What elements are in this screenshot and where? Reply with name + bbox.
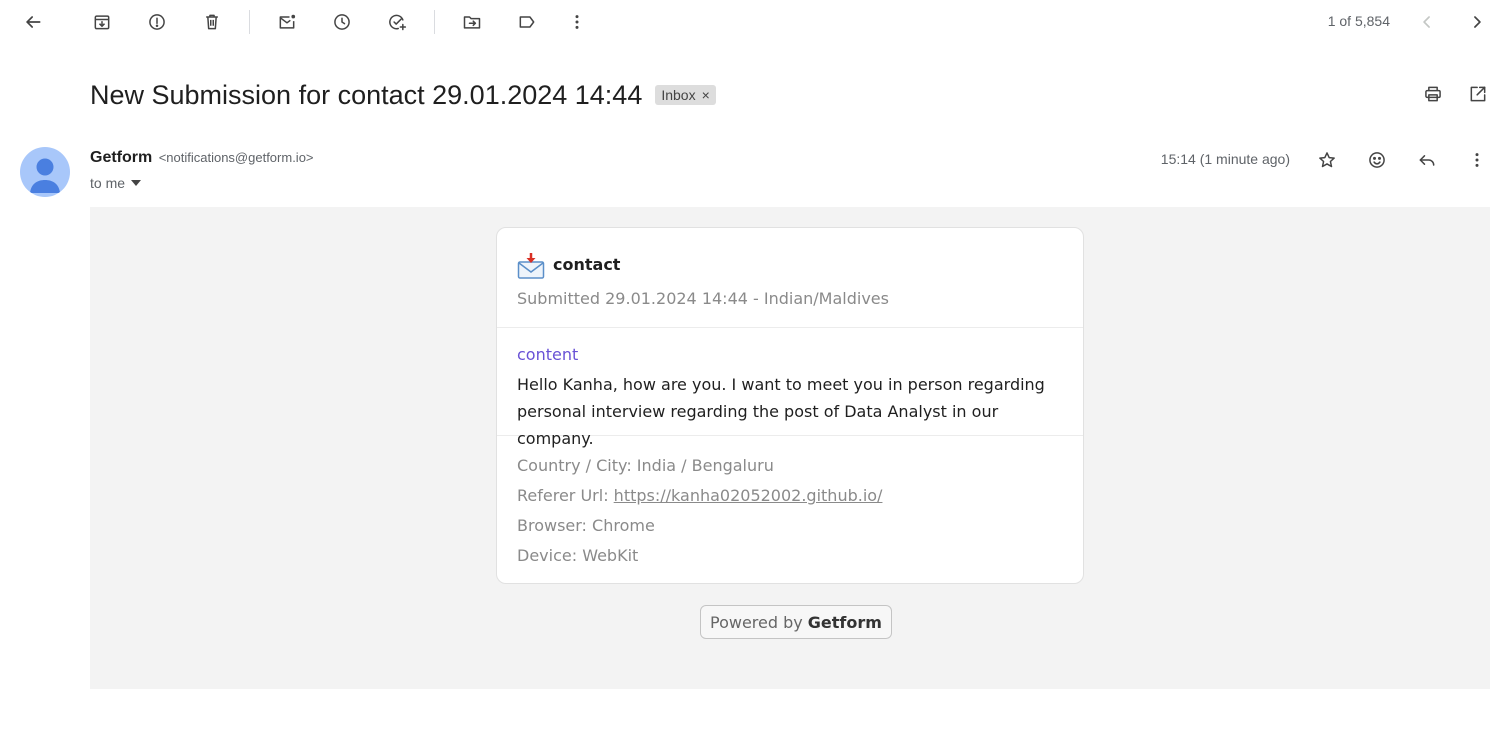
open-new-window-button[interactable] [1462, 78, 1494, 110]
submission-date: Submitted 29.01.2024 14:44 - Indian/Mald… [517, 289, 889, 308]
older-message-button[interactable] [1461, 6, 1493, 38]
reply-button[interactable] [1411, 144, 1443, 176]
label-icon [519, 16, 535, 28]
sender-email: <notifications@getform.io> [158, 150, 314, 165]
label-text: Inbox [661, 87, 696, 103]
move-to-icon [463, 16, 481, 29]
sender-name[interactable]: Getform [90, 149, 152, 166]
browser-info: Browser: Chrome [517, 516, 655, 535]
person-icon [30, 158, 60, 193]
submission-metadata: Country / City: India / Bengaluru Refere… [517, 453, 882, 573]
more-vert-icon [575, 15, 579, 29]
subject-row: New Submission for contact 29.01.2024 14… [90, 78, 716, 112]
sender-line: Getform <notifications@getform.io> [90, 149, 314, 167]
referer-link[interactable]: https://kanha02052002.github.io/ [614, 486, 883, 505]
report-spam-icon [149, 14, 165, 30]
powered-by-badge[interactable]: Powered by Getform [700, 605, 892, 639]
back-arrow-icon [26, 16, 41, 28]
incoming-envelope-icon [517, 253, 545, 279]
remove-label-button[interactable]: × [702, 87, 710, 103]
reply-icon [1419, 155, 1435, 166]
chevron-left-icon [1423, 16, 1430, 28]
report-spam-button[interactable] [141, 6, 173, 38]
archive-button[interactable] [86, 6, 118, 38]
snooze-button[interactable] [326, 6, 358, 38]
caret-down-icon [131, 180, 142, 186]
newer-message-button[interactable] [1411, 6, 1443, 38]
inbox-label-chip[interactable]: Inbox × [655, 85, 716, 105]
form-name: contact [553, 255, 621, 274]
powered-brand: Getform [807, 612, 882, 632]
snooze-icon [334, 14, 350, 30]
star-icon [1319, 152, 1335, 168]
print-icon [1425, 86, 1441, 102]
more-vert-icon [1475, 153, 1479, 167]
field-value: Hello Kanha, how are you. I want to meet… [517, 375, 1045, 448]
add-to-tasks-icon [389, 14, 407, 31]
country-city: Country / City: India / Bengaluru [517, 456, 774, 475]
mark-unread-icon [279, 14, 296, 29]
archive-icon [94, 15, 110, 30]
toolbar-divider [434, 10, 435, 34]
sender-avatar[interactable] [20, 147, 70, 197]
back-button[interactable] [17, 6, 49, 38]
message-toolbar: 1 of 5,854 [0, 0, 1512, 44]
submission-card: contact Submitted 29.01.2024 14:44 - Ind… [496, 227, 1084, 584]
more-options-button[interactable] [561, 6, 593, 38]
open-in-new-icon [1470, 86, 1486, 102]
delete-icon [206, 14, 218, 30]
email-body: contact Submitted 29.01.2024 14:44 - Ind… [90, 207, 1490, 689]
emoji-icon [1369, 152, 1385, 168]
recipient-text: to me [90, 175, 126, 191]
powered-prefix: Powered by [710, 612, 803, 632]
message-timestamp: 15:14 (1 minute ago) [1160, 151, 1290, 167]
referer-line: Referer Url: https://kanha02052002.githu… [517, 483, 882, 513]
pager-count: 1 of 5,854 [1327, 13, 1390, 29]
mark-unread-button[interactable] [271, 6, 303, 38]
card-header: contact Submitted 29.01.2024 14:44 - Ind… [497, 228, 1083, 328]
referer-label: Referer Url: [517, 486, 609, 505]
field-name: content [517, 345, 579, 364]
label-button[interactable] [511, 6, 543, 38]
move-to-button[interactable] [456, 6, 488, 38]
chevron-right-icon [1474, 16, 1481, 28]
message-more-button[interactable] [1461, 144, 1493, 176]
email-subject: New Submission for contact 29.01.2024 14… [90, 79, 643, 110]
delete-button[interactable] [196, 6, 228, 38]
star-button[interactable] [1311, 144, 1343, 176]
submission-field: content Hello Kanha, how are you. I want… [497, 328, 1083, 448]
emoji-reaction-button[interactable] [1361, 144, 1393, 176]
toolbar-divider [249, 10, 250, 34]
print-all-button[interactable] [1417, 78, 1449, 110]
add-to-tasks-button[interactable] [381, 6, 413, 38]
device-info: Device: WebKit [517, 546, 639, 565]
recipient-details-toggle[interactable]: to me [90, 175, 142, 191]
